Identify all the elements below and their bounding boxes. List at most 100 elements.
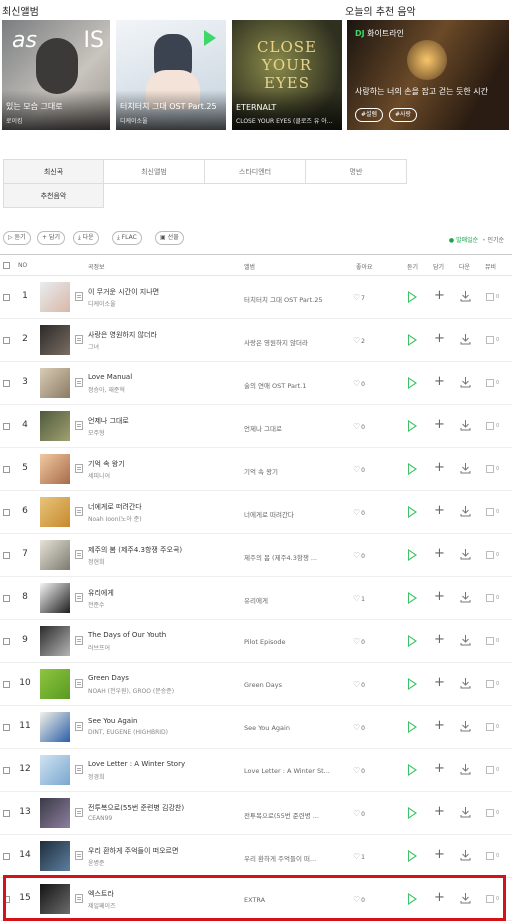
table-row[interactable]: 7 제주의 봄 (제주4.3항쟁 주오곡) 정현희 제주의 봄 (제주4.3항쟁 ..… [0, 534, 512, 577]
song-title[interactable]: 유리에게 [88, 588, 228, 598]
tag-chip[interactable]: #사랑 [389, 108, 418, 122]
song-artist[interactable]: Noah Ioon(노아 준) [88, 514, 228, 523]
song-album[interactable]: Pilot Episode [244, 638, 334, 646]
add-icon[interactable]: + [434, 762, 445, 775]
play-icon[interactable] [408, 506, 417, 518]
album-card-1[interactable]: as IS 있는 모습 그대로 로이킴 [2, 20, 110, 130]
like-button[interactable]: ♡0 [353, 723, 365, 732]
song-info-icon[interactable] [75, 851, 83, 860]
song-title[interactable]: 언제나 그대로 [88, 416, 228, 426]
download-icon[interactable] [460, 505, 471, 517]
like-button[interactable]: ♡0 [353, 637, 365, 646]
add-icon[interactable]: + [434, 547, 445, 560]
download-icon[interactable] [460, 419, 471, 431]
song-info-icon[interactable] [75, 593, 83, 602]
song-info-icon[interactable] [75, 636, 83, 645]
album-thumbnail[interactable] [40, 282, 70, 312]
row-checkbox[interactable] [3, 595, 10, 602]
like-button[interactable]: ♡0 [353, 766, 365, 775]
album-thumbnail[interactable] [40, 841, 70, 871]
mv-icon[interactable] [486, 594, 494, 602]
song-info-icon[interactable] [75, 378, 83, 387]
download-icon[interactable] [460, 720, 471, 732]
row-checkbox[interactable] [3, 724, 10, 731]
song-artist[interactable]: 디케이소울 [88, 299, 228, 308]
like-button[interactable]: ♡2 [353, 336, 365, 345]
mv-icon[interactable] [486, 422, 494, 430]
row-checkbox[interactable] [3, 337, 10, 344]
mv-icon[interactable] [486, 336, 494, 344]
song-title[interactable]: Love Manual [88, 373, 228, 381]
play-icon[interactable] [408, 463, 417, 475]
song-artist[interactable]: 정경희 [88, 772, 228, 781]
like-button[interactable]: ♡0 [353, 379, 365, 388]
song-album[interactable]: 술의 연애 OST Part.1 [244, 380, 334, 390]
song-album[interactable]: See You Again [244, 724, 334, 732]
add-icon[interactable]: + [434, 719, 445, 732]
gift-button[interactable]: ▣ 선물 [155, 231, 184, 245]
row-checkbox[interactable] [3, 853, 10, 860]
download-icon[interactable] [460, 806, 471, 818]
table-row[interactable]: 2 사랑은 영원하지 않더라 그녀 사랑은 영원하지 않더라 ♡2 +0 [0, 319, 512, 362]
row-checkbox[interactable] [3, 767, 10, 774]
song-album[interactable]: 제주의 봄 (제주4.3항쟁 ... [244, 552, 334, 562]
play-icon[interactable] [408, 721, 417, 733]
mv-icon[interactable] [486, 508, 494, 516]
play-icon[interactable] [408, 334, 417, 346]
table-row[interactable]: 1 이 무거운 시간이 지나면 디케이소울 터치터치 그대 OST Part.25 ♡7… [0, 276, 512, 319]
song-album[interactable]: 유리에게 [244, 595, 334, 605]
song-title[interactable]: 이 무거운 시간이 지나면 [88, 287, 228, 297]
tab-classic-albums[interactable]: 명반 [306, 159, 407, 184]
mv-icon[interactable] [486, 809, 494, 817]
album-card-2[interactable]: 터치터치 그대 OST Part.25 디케이소울 [116, 20, 226, 130]
song-album[interactable]: 전투복으로(55번 준련병 ... [244, 810, 334, 820]
table-row[interactable]: 10 Green Days NOAH (전우원), GROO (문승준) Green … [0, 663, 512, 706]
play-selected-button[interactable]: ▷ 듣기 [3, 231, 31, 245]
play-icon[interactable] [408, 549, 417, 561]
song-info-icon[interactable] [75, 507, 83, 516]
like-button[interactable]: ♡1 [353, 594, 365, 603]
table-row[interactable]: 11 See You Again DINT, EUGENE (HIGHBRID) Se… [0, 706, 512, 749]
download-icon[interactable] [460, 849, 471, 861]
add-icon[interactable]: + [434, 461, 445, 474]
song-title[interactable]: 제주의 봄 (제주4.3항쟁 주오곡) [88, 545, 228, 555]
row-checkbox[interactable] [3, 380, 10, 387]
song-title[interactable]: Love Letter : A Winter Story [88, 760, 228, 768]
song-title[interactable]: 사랑은 영원하지 않더라 [88, 330, 228, 340]
table-row[interactable]: 6 너에게로 떠려간다 Noah Ioon(노아 준) 너에게로 떠려간다 ♡0 +0 [0, 491, 512, 534]
album-thumbnail[interactable] [40, 540, 70, 570]
song-artist[interactable]: 러브프어 [88, 643, 228, 652]
add-icon[interactable]: + [434, 332, 445, 345]
song-title[interactable]: 우리 환하게 주억들이 떠오르면 [88, 846, 228, 856]
like-button[interactable]: ♡0 [353, 422, 365, 431]
song-info-icon[interactable] [75, 292, 83, 301]
like-button[interactable]: ♡0 [353, 809, 365, 818]
add-icon[interactable]: + [434, 805, 445, 818]
row-checkbox[interactable] [3, 638, 10, 645]
like-button[interactable]: ♡0 [353, 465, 365, 474]
song-title[interactable]: The Days of Our Youth [88, 631, 228, 639]
row-checkbox[interactable] [3, 466, 10, 473]
song-album[interactable]: 너에게로 떠려간다 [244, 509, 334, 519]
row-checkbox[interactable] [3, 509, 10, 516]
play-icon[interactable] [408, 420, 417, 432]
song-info-icon[interactable] [75, 722, 83, 731]
play-icon[interactable] [204, 30, 216, 46]
table-row[interactable]: 13 전투복으로(55번 준련병 김강찬) CEAN99 전투복으로(55번 준련병 … [0, 792, 512, 835]
song-album[interactable]: Green Days [244, 681, 334, 689]
song-album[interactable]: 터치터치 그대 OST Part.25 [244, 294, 334, 304]
song-info-icon[interactable] [75, 464, 83, 473]
mv-icon[interactable] [486, 293, 494, 301]
like-button[interactable]: ♡0 [353, 680, 365, 689]
album-thumbnail[interactable] [40, 798, 70, 828]
row-checkbox[interactable] [3, 423, 10, 430]
like-button[interactable]: ♡1 [353, 852, 365, 861]
download-icon[interactable] [460, 290, 471, 302]
table-row[interactable]: 9 The Days of Our Youth 러브프어 Pilot Episode ♡… [0, 620, 512, 663]
play-icon[interactable] [408, 592, 417, 604]
song-title[interactable]: 전투복으로(55번 준련병 김강찬) [88, 803, 228, 813]
mv-icon[interactable] [486, 465, 494, 473]
mv-icon[interactable] [486, 379, 494, 387]
add-icon[interactable]: + [434, 590, 445, 603]
play-icon[interactable] [408, 807, 417, 819]
